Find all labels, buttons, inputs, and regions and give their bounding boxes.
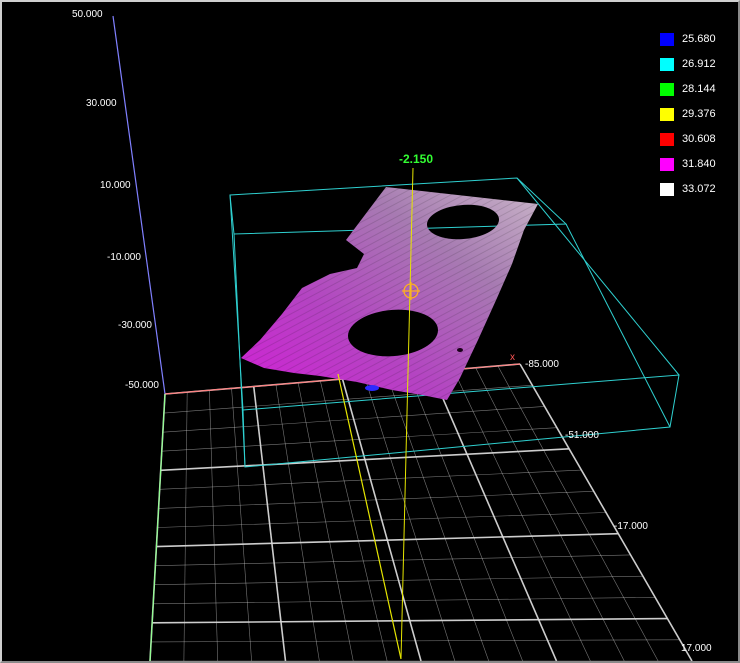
z-tick-label: -10.000 bbox=[107, 252, 141, 263]
grid-line bbox=[158, 490, 594, 509]
legend-value: 30.608 bbox=[682, 133, 716, 145]
legend-item: 30.608 bbox=[660, 130, 738, 155]
color-legend: 25.680 26.912 28.144 29.376 30.608 31.84… bbox=[660, 30, 738, 205]
z-tick-label: -30.000 bbox=[118, 320, 152, 331]
y-axis-ticks: x -85.000 -51.000 -17.000 17.000 bbox=[510, 352, 712, 654]
legend-value: 25.680 bbox=[682, 33, 716, 45]
z-tick-label: 10.000 bbox=[100, 180, 131, 191]
x-axis-label: x bbox=[510, 352, 515, 363]
legend-value: 28.144 bbox=[682, 83, 716, 95]
legend-swatch bbox=[660, 108, 674, 121]
low-spot bbox=[365, 385, 379, 391]
surface-mesh bbox=[241, 187, 538, 400]
legend-swatch bbox=[660, 158, 674, 171]
grid-line bbox=[155, 554, 631, 566]
z-axis-ticks: 50.000 30.000 10.000 -10.000 -30.000 -50… bbox=[72, 9, 159, 391]
z-tick-label: -50.000 bbox=[125, 380, 159, 391]
legend-swatch bbox=[660, 133, 674, 146]
grid-line bbox=[157, 512, 607, 528]
legend-item: 26.912 bbox=[660, 55, 738, 80]
legend-swatch bbox=[660, 33, 674, 46]
legend-value: 26.912 bbox=[682, 58, 716, 70]
legend-value: 31.840 bbox=[682, 158, 716, 170]
legend-item: 29.376 bbox=[660, 105, 738, 130]
y-tick-label: -17.000 bbox=[614, 521, 648, 532]
y-tick-label: -51.000 bbox=[565, 430, 599, 441]
legend-swatch bbox=[660, 183, 674, 196]
legend-swatch bbox=[660, 83, 674, 96]
grid-line bbox=[161, 427, 557, 452]
floor-grid bbox=[149, 363, 693, 661]
grid-line bbox=[159, 469, 582, 490]
z-tick-label: 50.000 bbox=[72, 9, 103, 20]
grid-line bbox=[156, 532, 619, 548]
legend-value: 29.376 bbox=[682, 108, 716, 120]
legend-item: 28.144 bbox=[660, 80, 738, 105]
z-axis-line bbox=[112, 15, 166, 395]
viewer-frame: -2.150 50.000 30.000 10.000 -10.000 -30.… bbox=[0, 0, 740, 663]
legend-value: 33.072 bbox=[682, 183, 716, 195]
3d-viewport[interactable]: -2.150 50.000 30.000 10.000 -10.000 -30.… bbox=[4, 4, 738, 661]
grid-line bbox=[162, 406, 545, 433]
legend-item: 31.840 bbox=[660, 155, 738, 180]
grid-line bbox=[160, 448, 570, 472]
y-tick-label: 17.000 bbox=[681, 643, 712, 654]
grid-line bbox=[154, 575, 643, 586]
legend-swatch bbox=[660, 58, 674, 71]
legend-item: 25.680 bbox=[660, 30, 738, 55]
y-tick-label: -85.000 bbox=[525, 359, 559, 370]
legend-item: 33.072 bbox=[660, 180, 738, 205]
z-tick-label: 30.000 bbox=[86, 98, 117, 109]
scene-canvas[interactable]: -2.150 50.000 30.000 10.000 -10.000 -30.… bbox=[4, 4, 738, 661]
probe-value-label: -2.150 bbox=[399, 152, 433, 166]
